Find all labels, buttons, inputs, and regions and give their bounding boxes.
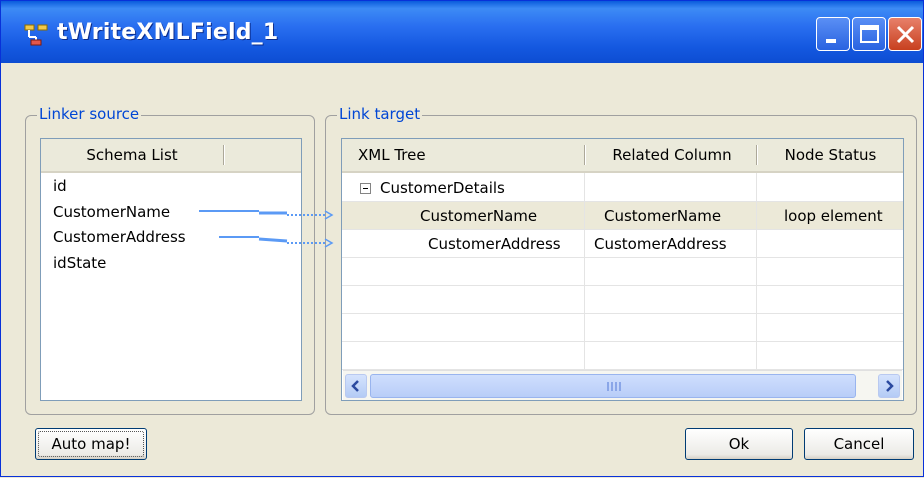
ok-button-label: Ok bbox=[728, 435, 750, 453]
dialog-window: tWriteXMLField_1 Linker source Schema Li… bbox=[0, 0, 924, 477]
focus-ring bbox=[38, 431, 144, 457]
cancel-button-label: Cancel bbox=[833, 435, 885, 453]
link-arrow-customeraddress[interactable] bbox=[219, 236, 334, 248]
cancel-button[interactable]: Cancel bbox=[804, 428, 914, 460]
ok-button[interactable]: Ok bbox=[685, 428, 793, 460]
auto-map-button[interactable]: Auto map! bbox=[35, 428, 147, 460]
link-arrows-overlay bbox=[199, 210, 334, 248]
link-arrow-customername[interactable] bbox=[199, 210, 334, 220]
